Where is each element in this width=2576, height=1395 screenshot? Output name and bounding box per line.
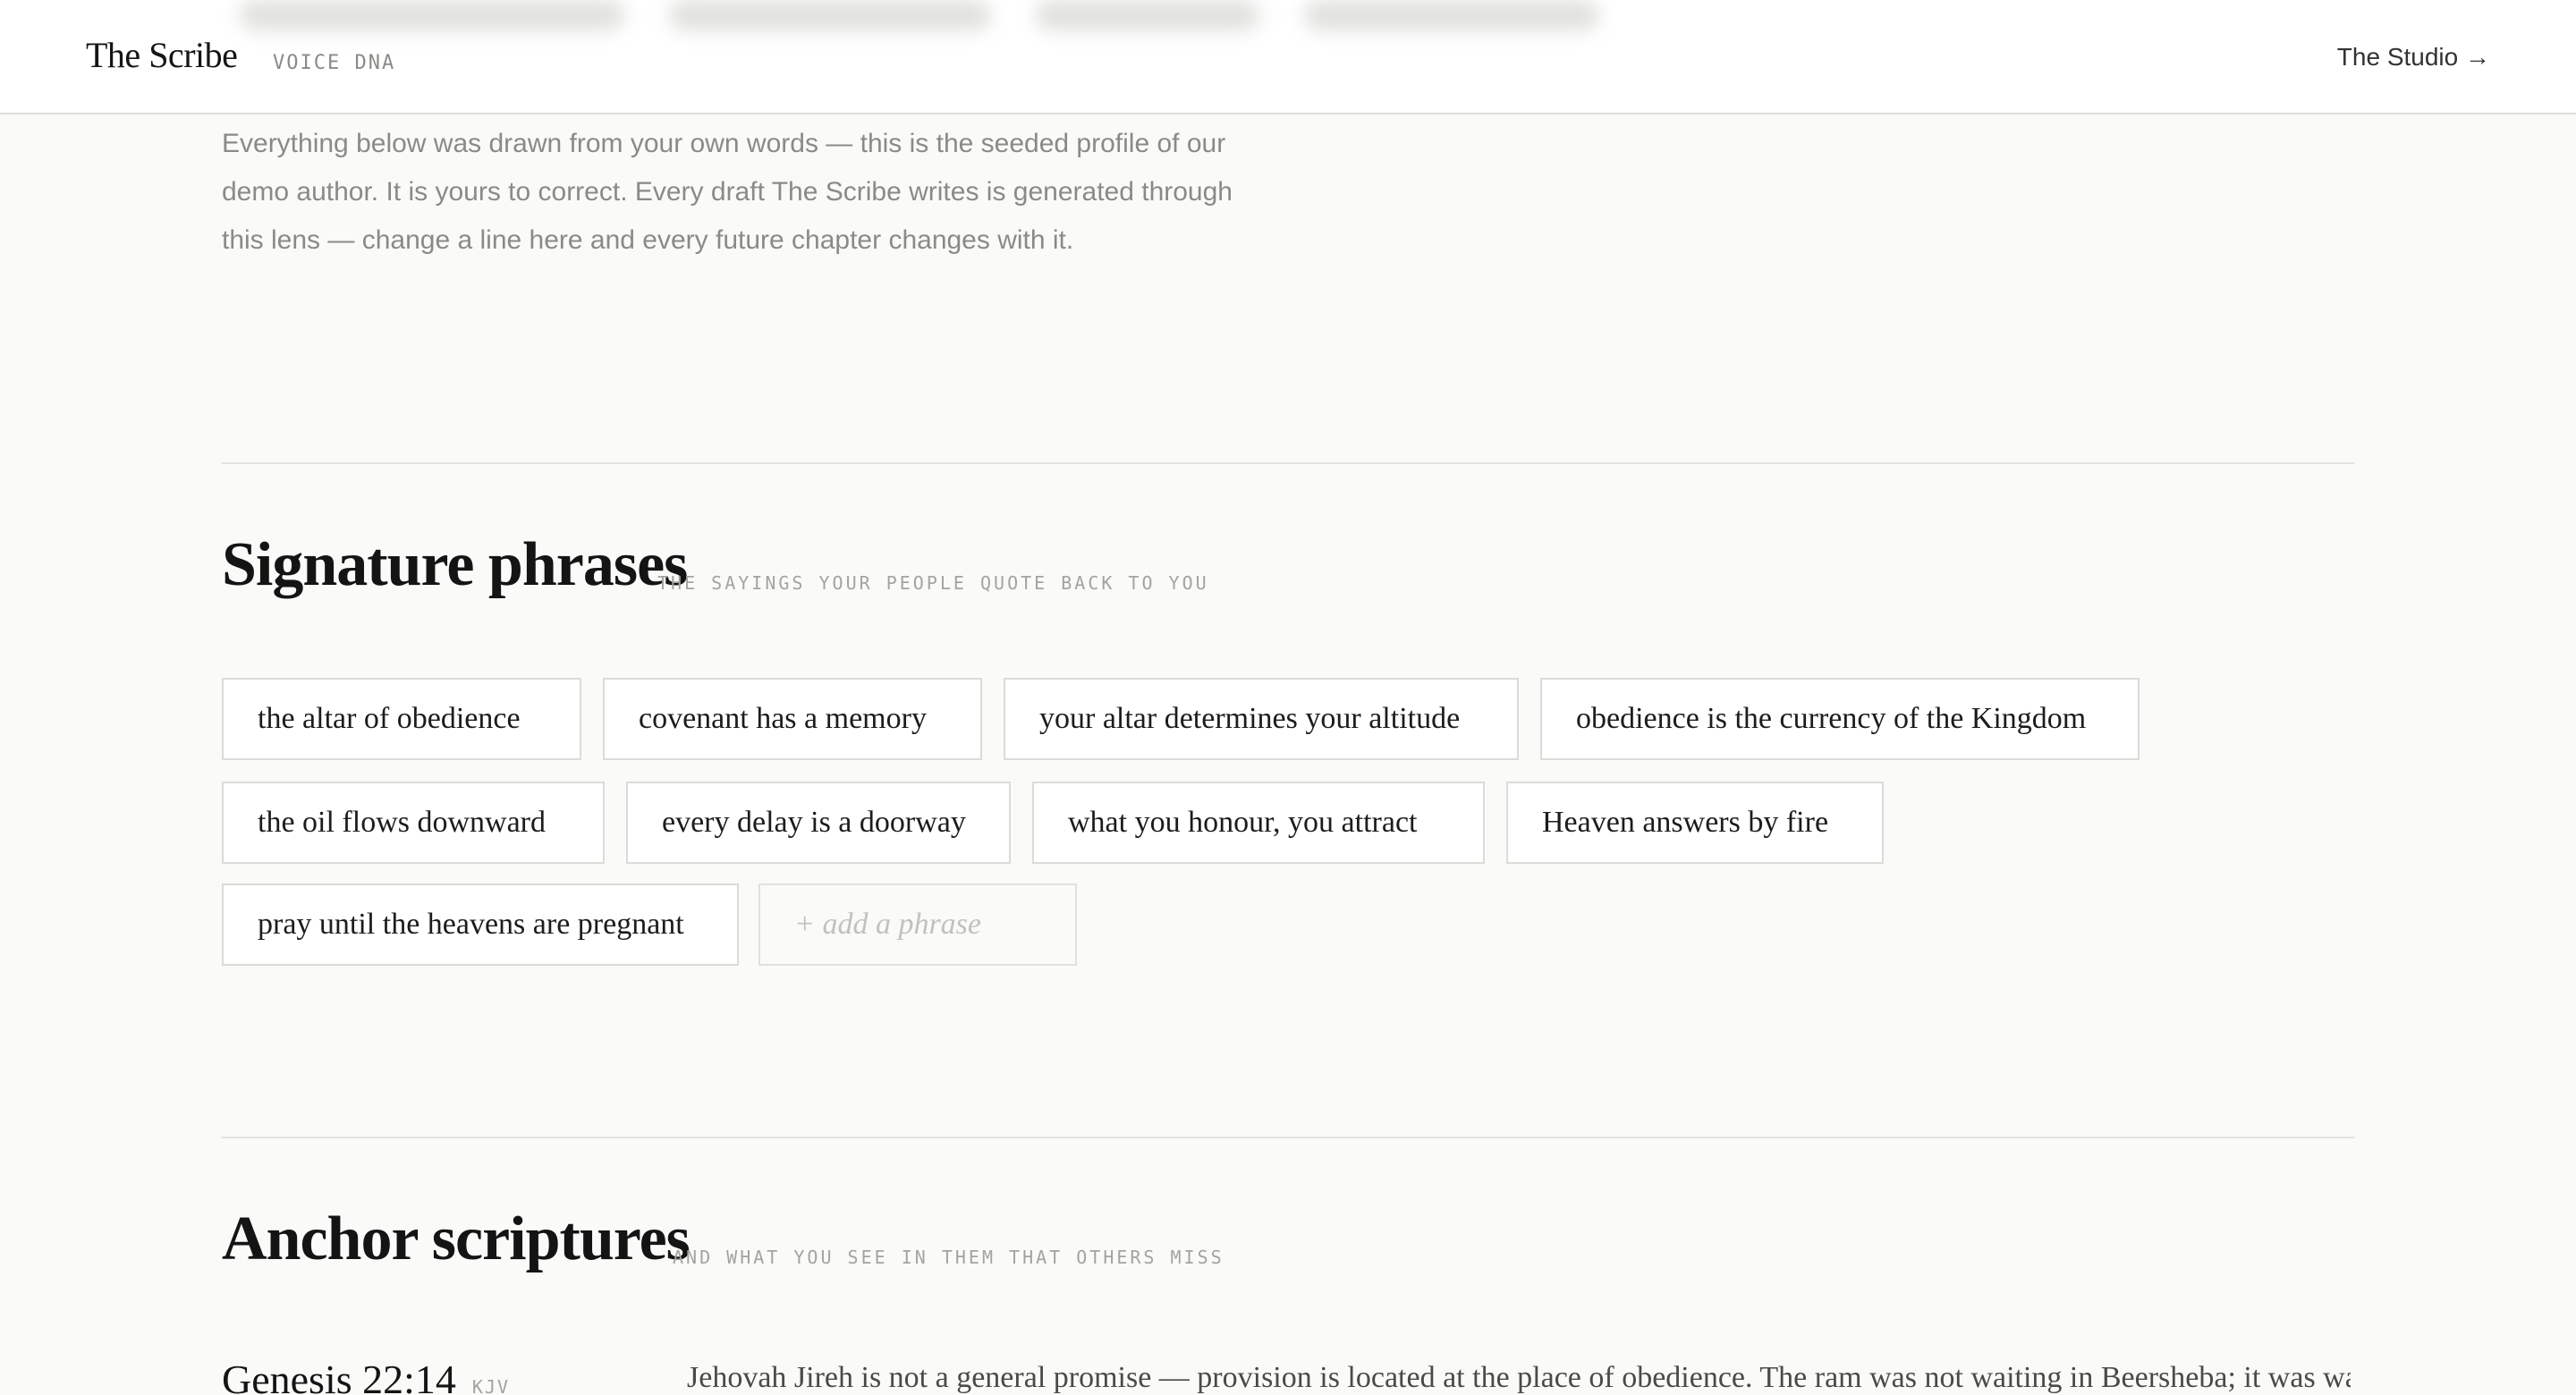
scripture-version-badge: KJV [471,1376,511,1395]
signature-phrases-kicker: THE SAYINGS YOUR PEOPLE QUOTE BACK TO YO… [657,572,1209,594]
scripture-reference-name: Genesis 22:14 [222,1357,456,1395]
intro-paragraph: Everything below was drawn from your own… [222,129,1233,255]
phrase-chip[interactable]: pray until the heavens are pregnant [222,884,739,966]
add-phrase-input[interactable]: + add a phrase [758,884,1077,966]
brand-logo[interactable]: The Scribe [86,34,238,76]
studio-link[interactable]: The Studio → [2337,43,2490,72]
phrase-chip[interactable]: what you honour, you attract [1032,782,1485,864]
anchor-scriptures-kicker: AND WHAT YOU SEE IN THEM THAT OTHERS MIS… [673,1247,1224,1268]
section-divider [222,462,2354,464]
phrase-chip[interactable]: Heaven answers by fire [1506,782,1884,864]
section-label: VOICE DNA [273,52,396,74]
signature-phrases-title: Signature phrases [222,530,688,599]
phrase-chip[interactable]: your altar determines your altitude [1004,678,1519,760]
phrase-chip[interactable]: obedience is the currency of the Kingdom [1540,678,2140,760]
section-divider [222,1137,2354,1138]
scripture-reference[interactable]: Genesis 22:14 KJV [222,1356,510,1395]
scripture-insight-text[interactable]: Jehovah Jireh is not a general promise —… [687,1356,2351,1395]
phrase-chip[interactable]: the oil flows downward [222,782,605,864]
phrase-chip[interactable]: every delay is a doorway [626,782,1011,864]
anchor-scriptures-title: Anchor scriptures [222,1205,691,1273]
phrase-chip[interactable]: the altar of obedience [222,678,581,760]
phrase-chip[interactable]: covenant has a memory [603,678,982,760]
